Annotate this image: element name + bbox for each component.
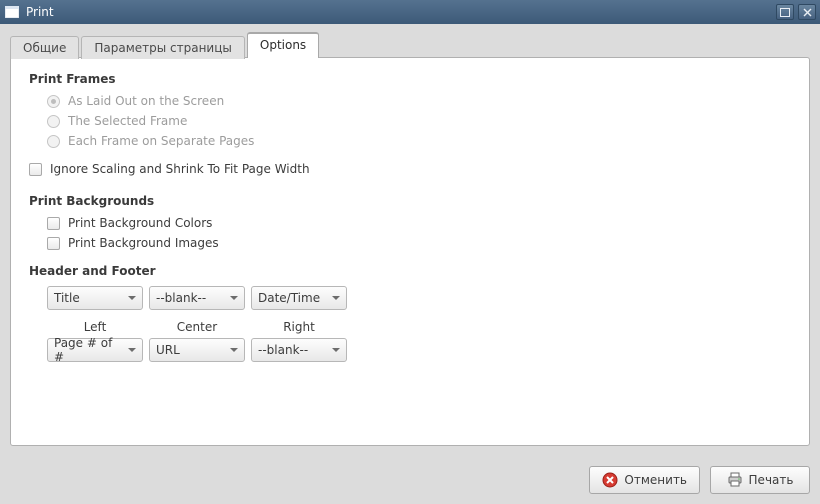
radio-icon: [47, 115, 60, 128]
options-panel: Print Frames As Laid Out on the Screen T…: [10, 57, 810, 446]
checkbox-label: Print Background Images: [68, 236, 219, 250]
window-title: Print: [26, 5, 776, 19]
hf-label-left: Left: [47, 320, 143, 334]
checkbox-label: Ignore Scaling and Shrink To Fit Page Wi…: [50, 162, 310, 176]
tab-row: Общие Параметры страницы Options: [10, 32, 810, 58]
checkbox-icon: [47, 237, 60, 250]
combo-footer-center[interactable]: URL: [149, 338, 245, 362]
combo-header-right[interactable]: Date/Time: [251, 286, 347, 310]
combo-footer-right[interactable]: --blank--: [251, 338, 347, 362]
radio-as-laid-out: As Laid Out on the Screen: [47, 94, 791, 108]
radio-label: As Laid Out on the Screen: [68, 94, 224, 108]
checkbox-bg-images[interactable]: Print Background Images: [47, 236, 791, 250]
tab-page-setup[interactable]: Параметры страницы: [81, 36, 245, 59]
combo-footer-left[interactable]: Page # of #: [47, 338, 143, 362]
tab-general[interactable]: Общие: [10, 36, 79, 59]
checkbox-label: Print Background Colors: [68, 216, 212, 230]
printer-icon: [727, 472, 743, 488]
button-bar: Отменить Печать: [0, 456, 820, 504]
radio-icon: [47, 95, 60, 108]
radio-selected-frame: The Selected Frame: [47, 114, 791, 128]
close-button[interactable]: [798, 4, 816, 20]
tab-options[interactable]: Options: [247, 32, 319, 58]
combo-header-left[interactable]: Title: [47, 286, 143, 310]
cancel-button[interactable]: Отменить: [589, 466, 700, 494]
cancel-label: Отменить: [624, 473, 687, 487]
window-app-icon: [4, 4, 20, 20]
radio-each-frame-separate: Each Frame on Separate Pages: [47, 134, 791, 148]
titlebar[interactable]: Print: [0, 0, 820, 24]
radio-label: Each Frame on Separate Pages: [68, 134, 254, 148]
section-print-backgrounds: Print Backgrounds: [29, 194, 791, 208]
section-print-frames: Print Frames: [29, 72, 791, 86]
checkbox-icon: [47, 217, 60, 230]
section-header-footer: Header and Footer: [29, 264, 791, 278]
print-label: Печать: [749, 473, 794, 487]
print-dialog-window: Print Общие Параметры страницы Options P…: [0, 0, 820, 504]
maximize-button[interactable]: [776, 4, 794, 20]
hf-label-right: Right: [251, 320, 347, 334]
cancel-icon: [602, 472, 618, 488]
print-button[interactable]: Печать: [710, 466, 810, 494]
radio-icon: [47, 135, 60, 148]
hf-label-center: Center: [149, 320, 245, 334]
checkbox-bg-colors[interactable]: Print Background Colors: [47, 216, 791, 230]
checkbox-ignore-scaling[interactable]: Ignore Scaling and Shrink To Fit Page Wi…: [29, 162, 791, 176]
radio-label: The Selected Frame: [68, 114, 187, 128]
checkbox-icon: [29, 163, 42, 176]
combo-header-center[interactable]: --blank--: [149, 286, 245, 310]
